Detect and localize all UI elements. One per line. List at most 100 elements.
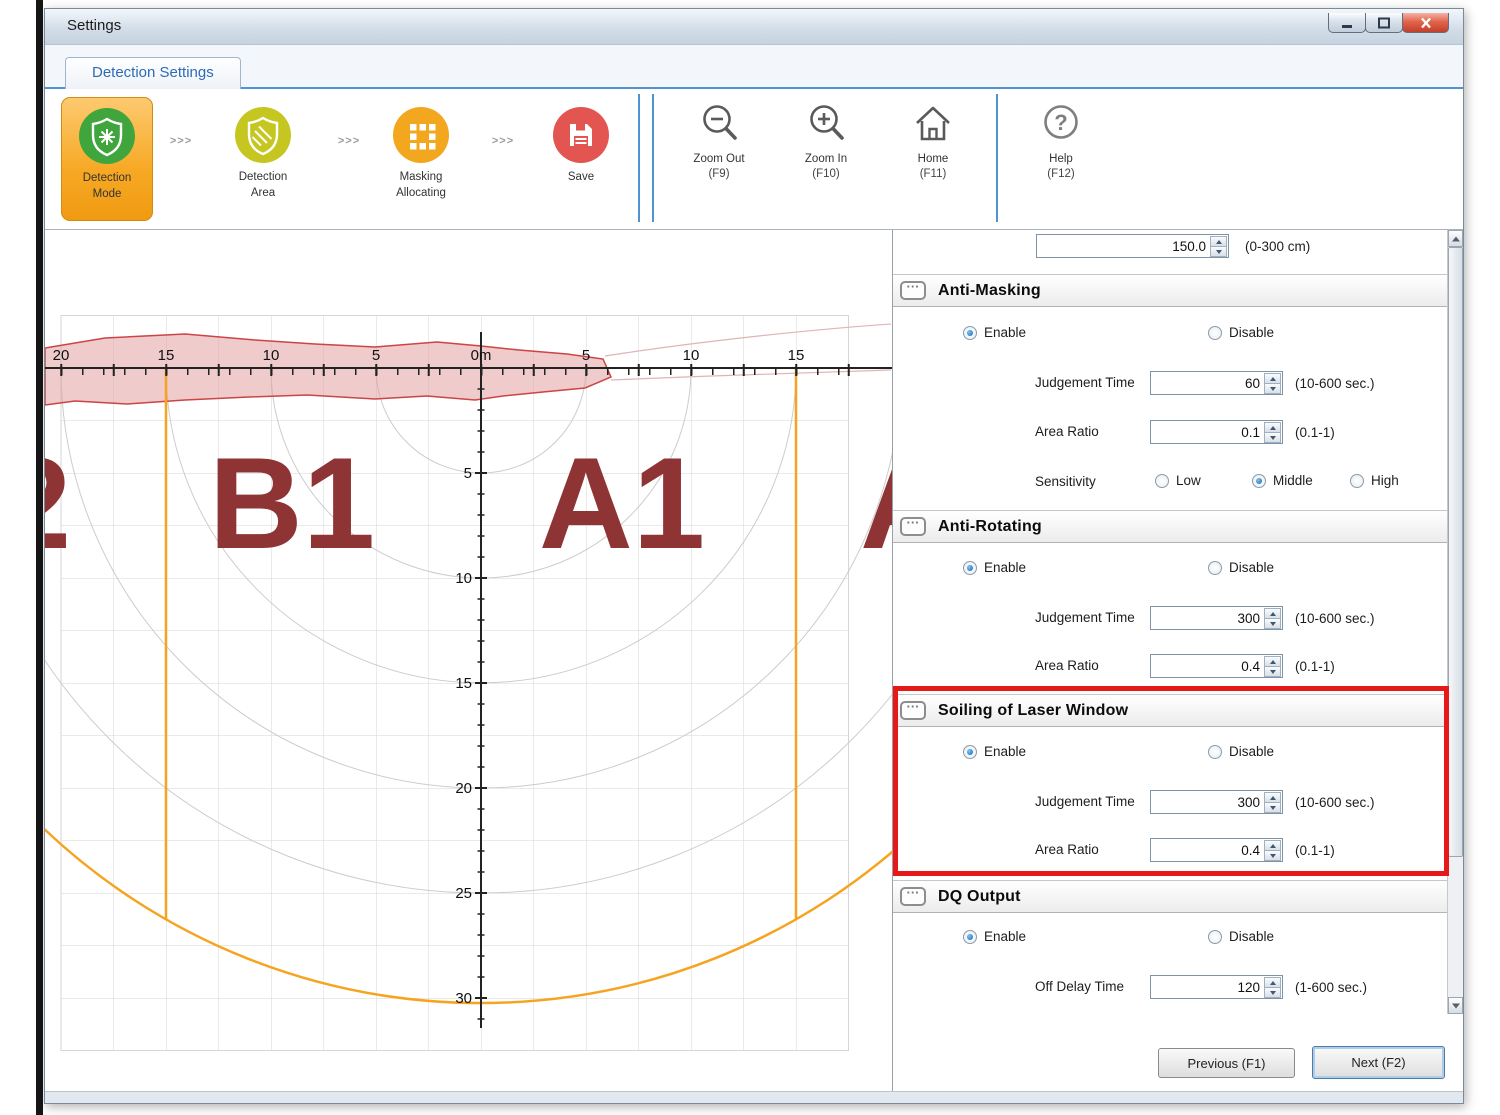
section-title: Anti-Masking (938, 282, 1041, 300)
spin-down-icon[interactable] (1264, 666, 1281, 677)
disable-option[interactable]: Disable (1208, 560, 1274, 575)
area-ratio-input[interactable]: 0.4 (1150, 654, 1283, 678)
disable-radio[interactable] (1208, 326, 1222, 340)
field-label: Area Ratio (1035, 424, 1099, 439)
settings-window: Settings Detection Settings (44, 8, 1464, 1104)
disable-option[interactable]: Disable (1208, 325, 1274, 340)
scrollbar-thumb[interactable] (1448, 247, 1463, 857)
y-tick-label: 5 (464, 465, 472, 482)
main-area: 2 B1 A1 A 20 15 10 5 0m 5 10 15 (45, 229, 1463, 1091)
low-radio[interactable] (1155, 474, 1169, 488)
toolbar: Detection Mode >>> Detection Area >>> (45, 89, 1463, 229)
high-radio[interactable] (1350, 474, 1364, 488)
toolbar-separator (638, 94, 640, 222)
judgement-time-value: 60 (1245, 376, 1260, 391)
y-tick-label: 10 (455, 570, 472, 587)
judgement-time-input[interactable]: 60 (1150, 371, 1283, 395)
zone-label: 2 (45, 430, 71, 576)
spinner-buttons[interactable] (1210, 236, 1227, 256)
x-tick-label: 15 (158, 347, 175, 364)
enable-radio[interactable] (963, 745, 977, 759)
disable-radio[interactable] (1208, 561, 1222, 575)
zone-label: A (860, 430, 892, 576)
spinner-buttons[interactable] (1264, 977, 1281, 997)
step-arrow: >>> (485, 135, 521, 147)
window-controls (1329, 13, 1449, 33)
height-input[interactable]: 150.0 (1036, 234, 1229, 258)
middle-radio[interactable] (1252, 474, 1266, 488)
range-label: (10-600 sec.) (1295, 376, 1375, 391)
detection-area-button[interactable]: Detection Area (217, 97, 309, 221)
home-button[interactable]: Home (F11) (887, 101, 979, 182)
spinner-buttons[interactable] (1264, 608, 1281, 628)
enable-radio[interactable] (963, 326, 977, 340)
spinner-buttons[interactable] (1264, 840, 1281, 860)
scroll-up-button[interactable] (1448, 230, 1463, 247)
save-button[interactable]: Save (535, 97, 627, 221)
spinner-buttons[interactable] (1264, 373, 1281, 393)
enable-option[interactable]: Enable (963, 929, 1026, 944)
detection-area-chart: 2 B1 A1 A 20 15 10 5 0m 5 10 15 (45, 230, 892, 1091)
disable-radio[interactable] (1208, 930, 1222, 944)
disable-option[interactable]: Disable (1208, 744, 1274, 759)
range-label: (10-600 sec.) (1295, 611, 1375, 626)
spin-down-icon[interactable] (1210, 246, 1227, 257)
judgement-time-input[interactable]: 300 (1150, 606, 1283, 630)
spin-down-icon[interactable] (1264, 850, 1281, 861)
sensitivity-middle-option[interactable]: Middle (1252, 473, 1313, 488)
spin-down-icon[interactable] (1264, 432, 1281, 443)
section-bubble-icon (900, 701, 926, 720)
scroll-down-button[interactable] (1448, 997, 1463, 1014)
high-label: High (1371, 473, 1399, 488)
spin-down-icon[interactable] (1264, 618, 1281, 629)
maximize-button[interactable] (1365, 13, 1403, 33)
zoom-in-button[interactable]: Zoom In (F10) (780, 101, 872, 182)
sensitivity-high-option[interactable]: High (1350, 473, 1399, 488)
spinner-buttons[interactable] (1264, 422, 1281, 442)
soiling-area-ratio-row: Area Ratio 0.4 (0.1-1) (893, 838, 1447, 862)
help-button[interactable]: ? Help (F12) (1015, 101, 1107, 182)
spinner-buttons[interactable] (1264, 792, 1281, 812)
spin-down-icon[interactable] (1264, 987, 1281, 998)
step-label: Masking (375, 169, 467, 185)
zoom-out-button[interactable]: Zoom Out (F9) (673, 101, 765, 182)
area-ratio-input[interactable]: 0.4 (1150, 838, 1283, 862)
masking-allocating-button[interactable]: Masking Allocating (375, 97, 467, 221)
sensitivity-row: Sensitivity Low Middle High (893, 470, 1447, 494)
spinner-buttons[interactable] (1264, 656, 1281, 676)
disable-radio[interactable] (1208, 745, 1222, 759)
section-bubble-icon (900, 887, 926, 906)
minimize-button[interactable] (1328, 13, 1366, 33)
step-label: Mode (62, 186, 152, 202)
off-delay-time-input[interactable]: 120 (1150, 975, 1283, 999)
detection-mode-button[interactable]: Detection Mode (61, 97, 153, 221)
step-label: Area (217, 185, 309, 201)
range-label: (10-600 sec.) (1295, 795, 1375, 810)
anti-masking-area-ratio-row: Area Ratio 0.1 (0.1-1) (893, 420, 1447, 444)
tool-label: Zoom In (780, 151, 872, 167)
close-button[interactable] (1402, 13, 1449, 33)
disable-label: Disable (1229, 744, 1274, 759)
judgement-time-input[interactable]: 300 (1150, 790, 1283, 814)
sensitivity-low-option[interactable]: Low (1155, 473, 1201, 488)
next-button[interactable]: Next (F2) (1312, 1046, 1445, 1079)
step-arrow: >>> (163, 135, 199, 147)
enable-option[interactable]: Enable (963, 744, 1026, 759)
enable-radio[interactable] (963, 930, 977, 944)
spin-down-icon[interactable] (1264, 383, 1281, 394)
area-ratio-input[interactable]: 0.1 (1150, 420, 1283, 444)
vertical-scrollbar[interactable] (1447, 230, 1463, 1014)
enable-option[interactable]: Enable (963, 325, 1026, 340)
x-tick-label: 10 (683, 347, 700, 364)
enable-option[interactable]: Enable (963, 560, 1026, 575)
previous-button[interactable]: Previous (F1) (1158, 1048, 1295, 1078)
disable-option[interactable]: Disable (1208, 929, 1274, 944)
spin-down-icon[interactable] (1264, 802, 1281, 813)
tab-detection-settings[interactable]: Detection Settings (65, 57, 241, 89)
enable-radio[interactable] (963, 561, 977, 575)
field-label: Area Ratio (1035, 842, 1099, 857)
area-ratio-value: 0.1 (1241, 425, 1260, 440)
sensitivity-label: Sensitivity (1035, 474, 1096, 489)
section-header-soiling: Soiling of Laser Window (893, 694, 1447, 727)
enable-label: Enable (984, 744, 1026, 759)
